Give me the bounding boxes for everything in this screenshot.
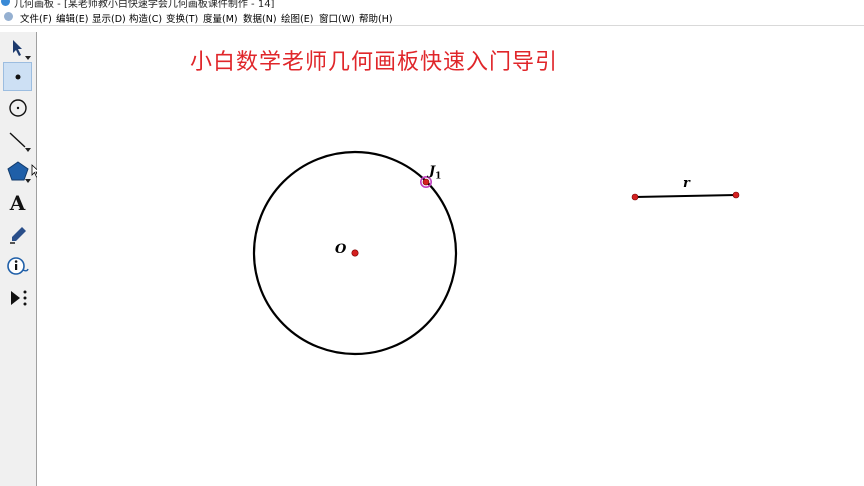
center-point[interactable] [351,249,359,257]
label-point-j-subscript: 1 [435,171,442,182]
label-point-j1[interactable]: J1 [429,164,441,182]
segment-endpoint-left[interactable] [631,193,639,201]
label-segment-r[interactable]: r [683,176,690,191]
segment-r[interactable] [634,194,737,198]
sketch-drawing [252,150,740,356]
segment-endpoint-right[interactable] [732,191,740,199]
label-center-o[interactable]: O [335,242,346,257]
